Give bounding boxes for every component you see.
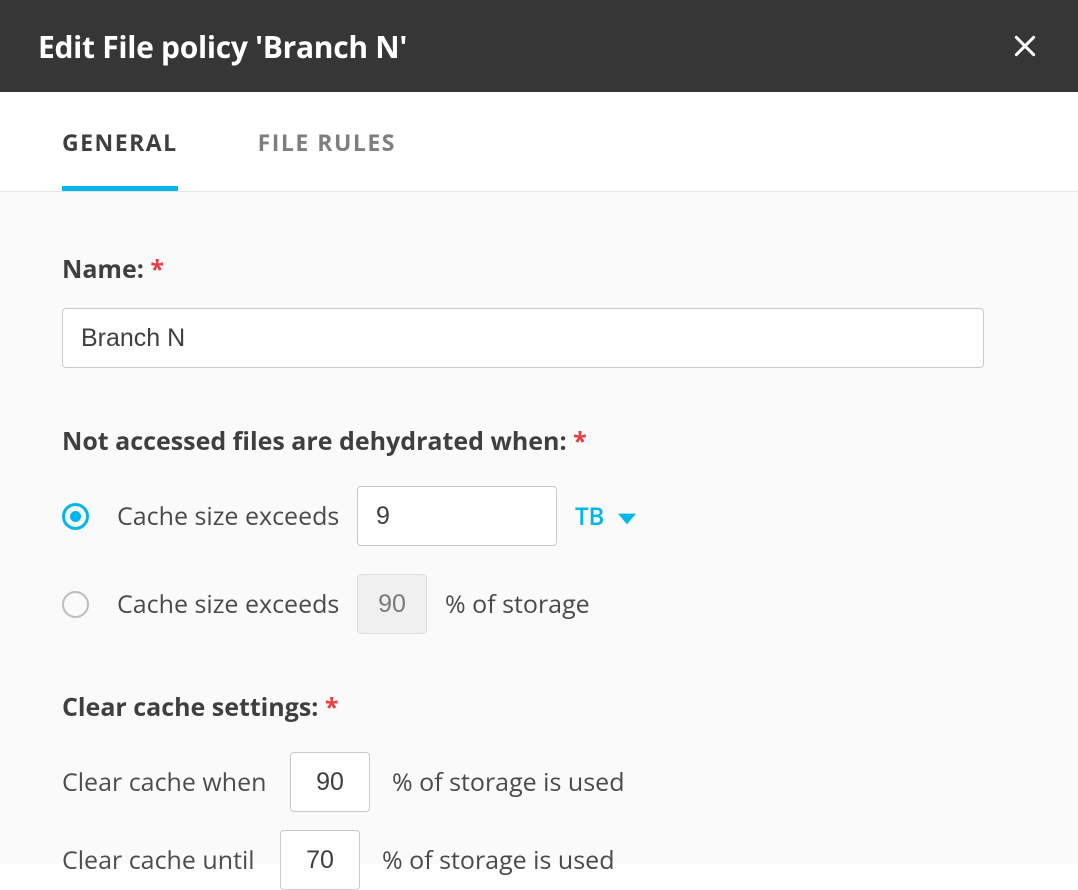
clear-when-row: Clear cache when % of storage is used bbox=[62, 752, 1016, 812]
radio-cache-absolute[interactable] bbox=[62, 503, 89, 530]
cache-percent-input bbox=[357, 574, 427, 634]
close-icon[interactable] bbox=[1010, 31, 1040, 61]
dialog-title: Edit File policy 'Branch N' bbox=[38, 26, 407, 67]
name-label: Name: * bbox=[62, 252, 1016, 286]
required-asterisk: * bbox=[325, 690, 339, 724]
cache-unit-label: TB bbox=[575, 500, 604, 533]
clear-until-suffix: % of storage is used bbox=[382, 843, 614, 877]
tab-general[interactable]: GENERAL bbox=[62, 92, 178, 191]
clear-until-row: Clear cache until % of storage is used bbox=[62, 830, 1016, 890]
cache-absolute-input[interactable] bbox=[357, 486, 557, 546]
clear-until-label: Clear cache until bbox=[62, 843, 280, 877]
dehydrate-label-text: Not accessed files are dehydrated when: bbox=[62, 424, 567, 458]
radio-cache-percent[interactable] bbox=[62, 591, 89, 618]
name-input[interactable] bbox=[62, 308, 984, 368]
chevron-down-icon bbox=[618, 500, 636, 533]
dehydrate-label: Not accessed files are dehydrated when: … bbox=[62, 424, 1016, 458]
radio-cache-percent-label: Cache size exceeds bbox=[117, 587, 357, 621]
required-asterisk: * bbox=[573, 424, 587, 458]
clear-cache-label-text: Clear cache settings: bbox=[62, 690, 318, 724]
dehydrate-section: Not accessed files are dehydrated when: … bbox=[62, 424, 1016, 634]
clear-cache-label: Clear cache settings: * bbox=[62, 690, 1016, 724]
name-label-text: Name: bbox=[62, 252, 144, 286]
clear-cache-section: Clear cache settings: * Clear cache when… bbox=[62, 690, 1016, 890]
radio-row-absolute: Cache size exceeds TB bbox=[62, 486, 1016, 546]
dialog-header: Edit File policy 'Branch N' bbox=[0, 0, 1078, 92]
required-asterisk: * bbox=[150, 252, 164, 286]
clear-until-input[interactable] bbox=[280, 830, 360, 890]
tab-bar: GENERAL FILE RULES bbox=[0, 92, 1078, 192]
cache-unit-dropdown[interactable]: TB bbox=[575, 500, 636, 533]
radio-cache-absolute-label: Cache size exceeds bbox=[117, 499, 357, 533]
tab-file-rules[interactable]: FILE RULES bbox=[258, 92, 396, 191]
cache-percent-suffix: % of storage bbox=[445, 587, 590, 621]
clear-when-suffix: % of storage is used bbox=[392, 765, 624, 799]
dialog-content: Name: * Not accessed files are dehydrate… bbox=[0, 192, 1078, 864]
radio-row-percent: Cache size exceeds % of storage bbox=[62, 574, 1016, 634]
clear-when-input[interactable] bbox=[290, 752, 370, 812]
clear-when-label: Clear cache when bbox=[62, 765, 290, 799]
